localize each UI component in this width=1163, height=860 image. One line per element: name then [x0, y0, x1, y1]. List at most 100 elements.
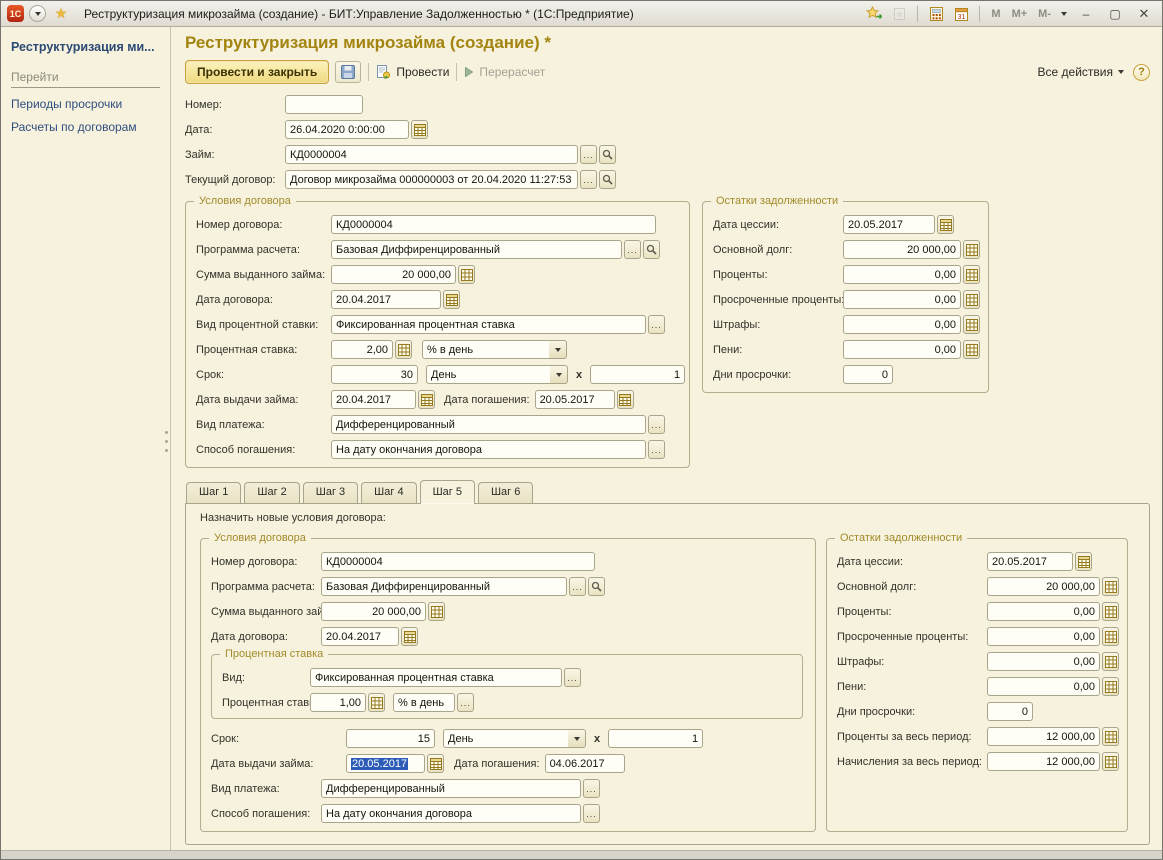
new-interest-calc-button[interactable]: [1102, 602, 1119, 621]
interest-input[interactable]: 0,00: [843, 265, 961, 284]
fines-calc-button[interactable]: [963, 315, 980, 334]
tab-step-3[interactable]: Шаг 3: [303, 482, 358, 503]
new-rate-calc-button[interactable]: [368, 693, 385, 712]
new-amount-input[interactable]: 20 000,00: [321, 602, 426, 621]
principal-calc-button[interactable]: [963, 240, 980, 259]
issue-date-input[interactable]: 20.04.2017: [331, 390, 416, 409]
new-issue-date-input[interactable]: 20.05.2017: [346, 754, 425, 773]
rate-kind-choose-button[interactable]: ...: [648, 315, 665, 334]
new-amount-calc-button[interactable]: [428, 602, 445, 621]
new-rate-kind-choose-button[interactable]: ...: [564, 668, 581, 687]
tab-step-4[interactable]: Шаг 4: [361, 482, 416, 503]
new-overdue-interest-calc-button[interactable]: [1102, 627, 1119, 646]
new-overdue-interest-input[interactable]: 0,00: [987, 627, 1100, 646]
new-penalties-input[interactable]: 0,00: [987, 677, 1100, 696]
memory-minus-button[interactable]: M-: [1035, 8, 1054, 20]
new-program-open-button[interactable]: [588, 577, 605, 596]
maximize-button[interactable]: ▢: [1103, 4, 1127, 23]
history-button[interactable]: [889, 5, 909, 23]
add-favorite-button[interactable]: [864, 5, 884, 23]
new-interest-input[interactable]: 0,00: [987, 602, 1100, 621]
loan-choose-button[interactable]: ...: [580, 145, 597, 164]
current-contract-open-button[interactable]: [599, 170, 616, 189]
term-unit-combo[interactable]: День: [426, 365, 568, 384]
new-repay-method-choose-button[interactable]: ...: [583, 804, 600, 823]
period-accruals-input[interactable]: 12 000,00: [987, 752, 1100, 771]
program-choose-button[interactable]: ...: [624, 240, 641, 259]
new-term-multiplier-input[interactable]: 1: [608, 729, 703, 748]
rate-calc-button[interactable]: [395, 340, 412, 359]
new-rate-input[interactable]: 1,00: [310, 693, 366, 712]
help-button[interactable]: ?: [1133, 64, 1150, 81]
dropdown-button[interactable]: [568, 729, 586, 748]
program-input[interactable]: Базовая Диффиренцированный: [331, 240, 622, 259]
tab-step-6[interactable]: Шаг 6: [478, 482, 533, 503]
save-button[interactable]: [335, 61, 361, 83]
issue-date-calendar-button[interactable]: [418, 390, 435, 409]
new-repay-method-input[interactable]: На дату окончания договора: [321, 804, 581, 823]
tab-step-1[interactable]: Шаг 1: [186, 482, 241, 503]
overdue-interest-calc-button[interactable]: [963, 290, 980, 309]
minimize-button[interactable]: –: [1074, 4, 1098, 23]
due-date-input[interactable]: 20.05.2017: [535, 390, 615, 409]
sidebar-splitter[interactable]: [165, 431, 168, 452]
app-icon[interactable]: 1С: [7, 5, 24, 22]
calendar-button[interactable]: 31: [951, 5, 971, 23]
number-input[interactable]: [285, 95, 363, 114]
rate-kind-input[interactable]: Фиксированная процентная ставка: [331, 315, 646, 334]
current-contract-input[interactable]: Договор микрозайма 000000003 от 20.04.20…: [285, 170, 578, 189]
contract-number-input[interactable]: КД0000004: [331, 215, 656, 234]
payment-kind-input[interactable]: Дифференцированный: [331, 415, 646, 434]
loan-input[interactable]: КД0000004: [285, 145, 578, 164]
rate-input[interactable]: 2,00: [331, 340, 393, 359]
tab-step-5[interactable]: Шаг 5: [420, 480, 475, 504]
overdue-interest-input[interactable]: 0,00: [843, 290, 961, 309]
new-cession-date-input[interactable]: 20.05.2017: [987, 552, 1073, 571]
new-principal-calc-button[interactable]: [1102, 577, 1119, 596]
new-term-input[interactable]: 15: [346, 729, 435, 748]
close-button[interactable]: ✕: [1132, 4, 1156, 23]
new-contract-number-input[interactable]: КД0000004: [321, 552, 595, 571]
due-date-calendar-button[interactable]: [617, 390, 634, 409]
interest-calc-button[interactable]: [963, 265, 980, 284]
new-rate-kind-input[interactable]: Фиксированная процентная ставка: [310, 668, 562, 687]
new-principal-input[interactable]: 20 000,00: [987, 577, 1100, 596]
new-term-unit-combo[interactable]: День: [443, 729, 586, 748]
term-multiplier-input[interactable]: 1: [590, 365, 685, 384]
new-fines-calc-button[interactable]: [1102, 652, 1119, 671]
new-payment-kind-choose-button[interactable]: ...: [583, 779, 600, 798]
overdue-days-input[interactable]: 0: [843, 365, 893, 384]
penalties-input[interactable]: 0,00: [843, 340, 961, 359]
term-input[interactable]: 30: [331, 365, 418, 384]
new-payment-kind-input[interactable]: Дифференцированный: [321, 779, 581, 798]
new-cession-date-calendar-button[interactable]: [1075, 552, 1092, 571]
new-fines-input[interactable]: 0,00: [987, 652, 1100, 671]
tab-step-2[interactable]: Шаг 2: [244, 482, 299, 503]
new-program-input[interactable]: Базовая Диффиренцированный: [321, 577, 567, 596]
date-input[interactable]: 26.04.2020 0:00:00: [285, 120, 409, 139]
memory-plus-button[interactable]: M+: [1009, 8, 1031, 20]
current-contract-choose-button[interactable]: ...: [580, 170, 597, 189]
main-menu-button[interactable]: [29, 5, 46, 22]
program-open-button[interactable]: [643, 240, 660, 259]
new-due-date-input[interactable]: 04.06.2017: [545, 754, 625, 773]
new-rate-unit-input[interactable]: % в день: [393, 693, 455, 712]
new-rate-unit-choose-button[interactable]: ...: [457, 693, 474, 712]
cession-date-calendar-button[interactable]: [937, 215, 954, 234]
new-contract-date-input[interactable]: 20.04.2017: [321, 627, 399, 646]
period-interest-input[interactable]: 12 000,00: [987, 727, 1100, 746]
all-actions-button[interactable]: Все действия: [1038, 65, 1124, 79]
new-contract-date-calendar-button[interactable]: [401, 627, 418, 646]
period-accruals-calc-button[interactable]: [1102, 752, 1119, 771]
post-and-close-button[interactable]: Провести и закрыть: [185, 60, 329, 84]
memory-recall-button[interactable]: M: [988, 8, 1003, 20]
calculator-button[interactable]: [926, 5, 946, 23]
repay-method-input[interactable]: На дату окончания договора: [331, 440, 646, 459]
new-overdue-days-input[interactable]: 0: [987, 702, 1033, 721]
recalculate-button[interactable]: Перерасчет: [464, 65, 545, 79]
contract-date-input[interactable]: 20.04.2017: [331, 290, 441, 309]
repay-method-choose-button[interactable]: ...: [648, 440, 665, 459]
date-calendar-button[interactable]: [411, 120, 428, 139]
amount-calc-button[interactable]: [458, 265, 475, 284]
post-button[interactable]: Провести: [376, 65, 449, 80]
